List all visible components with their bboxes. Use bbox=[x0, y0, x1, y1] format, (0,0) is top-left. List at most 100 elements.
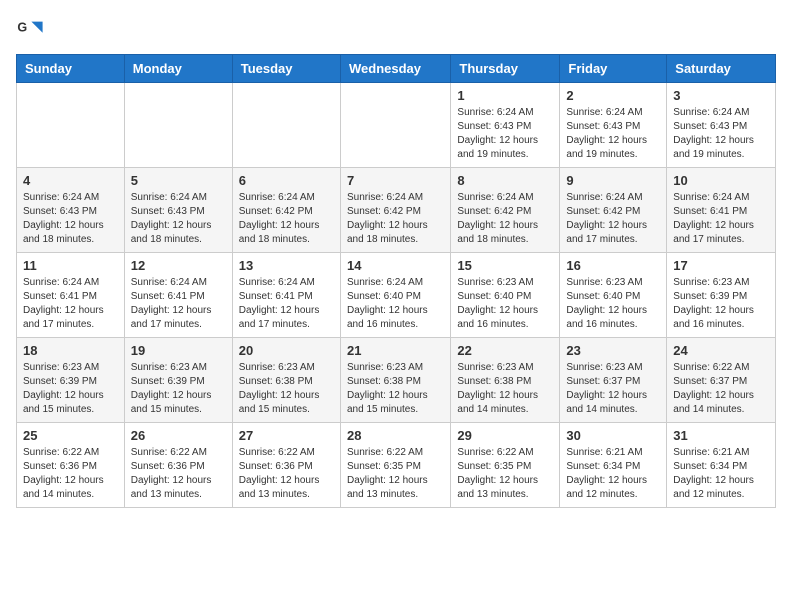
calendar-cell: 15 Sunrise: 6:23 AM Sunset: 6:40 PM Dayli… bbox=[451, 253, 560, 338]
day-number: 16 bbox=[566, 258, 660, 273]
day-number: 9 bbox=[566, 173, 660, 188]
calendar-cell: 17Sunrise: 6:23 AM Sunset: 6:39 PM Dayli… bbox=[667, 253, 776, 338]
calendar-cell: 14 Sunrise: 6:24 AM Sunset: 6:40 PM Dayli… bbox=[340, 253, 450, 338]
day-number: 18 bbox=[23, 343, 118, 358]
calendar-cell: 23Sunrise: 6:23 AM Sunset: 6:37 PM Dayli… bbox=[560, 338, 667, 423]
calendar-cell: 20Sunrise: 6:23 AM Sunset: 6:38 PM Dayli… bbox=[232, 338, 340, 423]
day-info: Sunrise: 6:22 AM Sunset: 6:35 PM Dayligh… bbox=[347, 446, 444, 502]
day-info: Sunrise: 6:22 AM Sunset: 6:36 PM Dayligh… bbox=[239, 446, 334, 502]
calendar-cell: 11 Sunrise: 6:24 AM Sunset: 6:41 PM Dayli… bbox=[17, 253, 125, 338]
weekday-header: Friday bbox=[560, 55, 667, 83]
day-info: Sunrise: 6:24 AM Sunset: 6:42 PM Dayligh… bbox=[457, 191, 553, 247]
day-info: Sunrise: 6:24 AM Sunset: 6:40 PM Dayligh… bbox=[347, 276, 444, 332]
weekday-header: Tuesday bbox=[232, 55, 340, 83]
day-number: 13 bbox=[239, 258, 334, 273]
day-info: Sunrise: 6:23 AM Sunset: 6:39 PM Dayligh… bbox=[23, 361, 118, 417]
calendar-cell: 30 Sunrise: 6:21 AM Sunset: 6:34 PM Dayli… bbox=[560, 423, 667, 508]
day-number: 30 bbox=[566, 428, 660, 443]
day-info: Sunrise: 6:23 AM Sunset: 6:38 PM Dayligh… bbox=[347, 361, 444, 417]
day-number: 21 bbox=[347, 343, 444, 358]
day-number: 12 bbox=[131, 258, 226, 273]
day-info: Sunrise: 6:23 AM Sunset: 6:39 PM Dayligh… bbox=[131, 361, 226, 417]
calendar-week-row: 4 Sunrise: 6:24 AM Sunset: 6:43 PM Daylig… bbox=[17, 168, 776, 253]
day-info: Sunrise: 6:24 AM Sunset: 6:41 PM Dayligh… bbox=[23, 276, 118, 332]
svg-text:G: G bbox=[17, 20, 27, 34]
day-info: Sunrise: 6:23 AM Sunset: 6:38 PM Dayligh… bbox=[239, 361, 334, 417]
calendar-cell: 27Sunrise: 6:22 AM Sunset: 6:36 PM Dayli… bbox=[232, 423, 340, 508]
day-number: 10 bbox=[673, 173, 769, 188]
calendar-cell: 12 Sunrise: 6:24 AM Sunset: 6:41 PM Dayli… bbox=[124, 253, 232, 338]
day-number: 28 bbox=[347, 428, 444, 443]
calendar-cell: 4 Sunrise: 6:24 AM Sunset: 6:43 PM Daylig… bbox=[17, 168, 125, 253]
calendar-cell: 9Sunrise: 6:24 AM Sunset: 6:42 PM Daylig… bbox=[560, 168, 667, 253]
calendar-cell: 5 Sunrise: 6:24 AM Sunset: 6:43 PM Daylig… bbox=[124, 168, 232, 253]
day-info: Sunrise: 6:23 AM Sunset: 6:39 PM Dayligh… bbox=[673, 276, 769, 332]
day-info: Sunrise: 6:23 AM Sunset: 6:40 PM Dayligh… bbox=[457, 276, 553, 332]
calendar-cell: 24 Sunrise: 6:22 AM Sunset: 6:37 PM Dayli… bbox=[667, 338, 776, 423]
day-info: Sunrise: 6:24 AM Sunset: 6:43 PM Dayligh… bbox=[131, 191, 226, 247]
day-info: Sunrise: 6:24 AM Sunset: 6:41 PM Dayligh… bbox=[131, 276, 226, 332]
day-number: 24 bbox=[673, 343, 769, 358]
day-number: 6 bbox=[239, 173, 334, 188]
calendar-cell: 8Sunrise: 6:24 AM Sunset: 6:42 PM Daylig… bbox=[451, 168, 560, 253]
day-info: Sunrise: 6:24 AM Sunset: 6:41 PM Dayligh… bbox=[239, 276, 334, 332]
calendar-cell bbox=[124, 83, 232, 168]
day-info: Sunrise: 6:24 AM Sunset: 6:41 PM Dayligh… bbox=[673, 191, 769, 247]
weekday-header: Sunday bbox=[17, 55, 125, 83]
calendar-cell: 28 Sunrise: 6:22 AM Sunset: 6:35 PM Dayli… bbox=[340, 423, 450, 508]
day-info: Sunrise: 6:22 AM Sunset: 6:35 PM Dayligh… bbox=[457, 446, 553, 502]
day-number: 14 bbox=[347, 258, 444, 273]
day-info: Sunrise: 6:23 AM Sunset: 6:38 PM Dayligh… bbox=[457, 361, 553, 417]
calendar-cell: 2Sunrise: 6:24 AM Sunset: 6:43 PM Daylig… bbox=[560, 83, 667, 168]
calendar-week-row: 1 Sunrise: 6:24 AM Sunset: 6:43 PM Daylig… bbox=[17, 83, 776, 168]
calendar-cell: 26 Sunrise: 6:22 AM Sunset: 6:36 PM Dayli… bbox=[124, 423, 232, 508]
calendar-cell: 16Sunrise: 6:23 AM Sunset: 6:40 PM Dayli… bbox=[560, 253, 667, 338]
calendar-week-row: 25 Sunrise: 6:22 AM Sunset: 6:36 PM Dayli… bbox=[17, 423, 776, 508]
day-info: Sunrise: 6:22 AM Sunset: 6:36 PM Dayligh… bbox=[131, 446, 226, 502]
day-info: Sunrise: 6:24 AM Sunset: 6:43 PM Dayligh… bbox=[23, 191, 118, 247]
day-number: 11 bbox=[23, 258, 118, 273]
calendar-cell bbox=[232, 83, 340, 168]
day-number: 4 bbox=[23, 173, 118, 188]
weekday-header: Monday bbox=[124, 55, 232, 83]
calendar-cell: 19 Sunrise: 6:23 AM Sunset: 6:39 PM Dayli… bbox=[124, 338, 232, 423]
logo-icon: G bbox=[16, 16, 44, 44]
calendar-cell: 1 Sunrise: 6:24 AM Sunset: 6:43 PM Daylig… bbox=[451, 83, 560, 168]
calendar-cell bbox=[340, 83, 450, 168]
calendar-cell: 6Sunrise: 6:24 AM Sunset: 6:42 PM Daylig… bbox=[232, 168, 340, 253]
calendar-cell: 29 Sunrise: 6:22 AM Sunset: 6:35 PM Dayli… bbox=[451, 423, 560, 508]
calendar-header-row: SundayMondayTuesdayWednesdayThursdayFrid… bbox=[17, 55, 776, 83]
calendar-cell: 21 Sunrise: 6:23 AM Sunset: 6:38 PM Dayli… bbox=[340, 338, 450, 423]
day-info: Sunrise: 6:22 AM Sunset: 6:36 PM Dayligh… bbox=[23, 446, 118, 502]
calendar-body: 1 Sunrise: 6:24 AM Sunset: 6:43 PM Daylig… bbox=[17, 83, 776, 508]
calendar-week-row: 18 Sunrise: 6:23 AM Sunset: 6:39 PM Dayli… bbox=[17, 338, 776, 423]
weekday-header: Wednesday bbox=[340, 55, 450, 83]
calendar-cell: 10 Sunrise: 6:24 AM Sunset: 6:41 PM Dayli… bbox=[667, 168, 776, 253]
day-info: Sunrise: 6:24 AM Sunset: 6:43 PM Dayligh… bbox=[673, 106, 769, 162]
day-number: 29 bbox=[457, 428, 553, 443]
calendar-cell bbox=[17, 83, 125, 168]
day-info: Sunrise: 6:21 AM Sunset: 6:34 PM Dayligh… bbox=[673, 446, 769, 502]
day-number: 7 bbox=[347, 173, 444, 188]
day-number: 5 bbox=[131, 173, 226, 188]
day-number: 19 bbox=[131, 343, 226, 358]
day-number: 25 bbox=[23, 428, 118, 443]
weekday-header: Thursday bbox=[451, 55, 560, 83]
day-number: 3 bbox=[673, 88, 769, 103]
calendar-cell: 13 Sunrise: 6:24 AM Sunset: 6:41 PM Dayli… bbox=[232, 253, 340, 338]
day-info: Sunrise: 6:21 AM Sunset: 6:34 PM Dayligh… bbox=[566, 446, 660, 502]
calendar-cell: 3 Sunrise: 6:24 AM Sunset: 6:43 PM Daylig… bbox=[667, 83, 776, 168]
calendar-cell: 31Sunrise: 6:21 AM Sunset: 6:34 PM Dayli… bbox=[667, 423, 776, 508]
day-number: 2 bbox=[566, 88, 660, 103]
weekday-header: Saturday bbox=[667, 55, 776, 83]
calendar-cell: 25 Sunrise: 6:22 AM Sunset: 6:36 PM Dayli… bbox=[17, 423, 125, 508]
calendar-cell: 7Sunrise: 6:24 AM Sunset: 6:42 PM Daylig… bbox=[340, 168, 450, 253]
day-info: Sunrise: 6:24 AM Sunset: 6:43 PM Dayligh… bbox=[457, 106, 553, 162]
logo: G bbox=[16, 16, 48, 44]
day-number: 26 bbox=[131, 428, 226, 443]
day-info: Sunrise: 6:22 AM Sunset: 6:37 PM Dayligh… bbox=[673, 361, 769, 417]
day-number: 1 bbox=[457, 88, 553, 103]
calendar-week-row: 11 Sunrise: 6:24 AM Sunset: 6:41 PM Dayli… bbox=[17, 253, 776, 338]
calendar-cell: 22Sunrise: 6:23 AM Sunset: 6:38 PM Dayli… bbox=[451, 338, 560, 423]
day-number: 15 bbox=[457, 258, 553, 273]
